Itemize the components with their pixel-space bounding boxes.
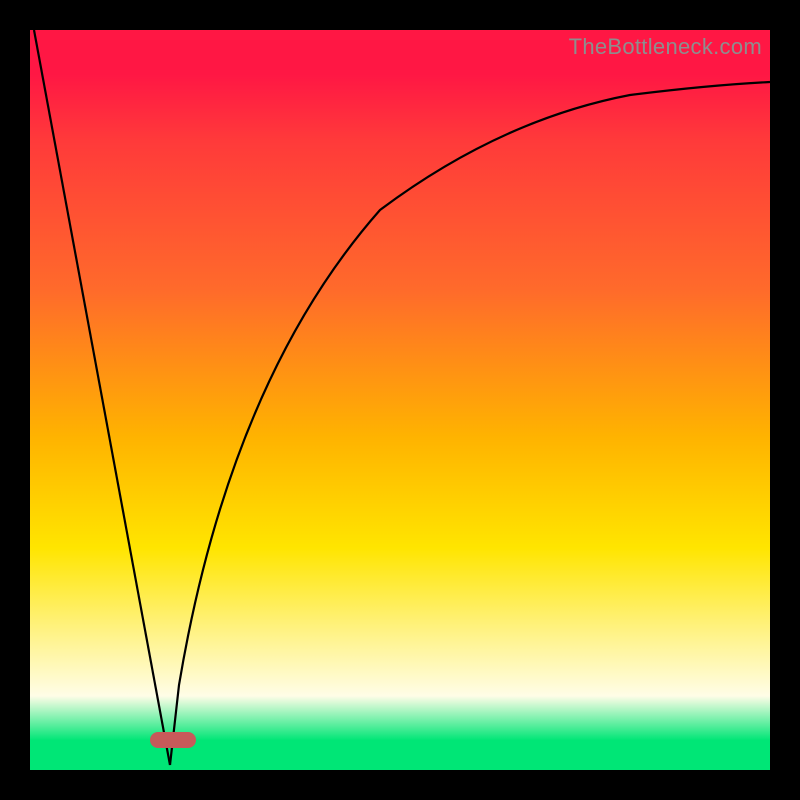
- right-asymptotic-curve: [170, 82, 770, 765]
- optimal-marker: [150, 732, 196, 748]
- left-line-segment: [34, 30, 170, 765]
- plot-area: TheBottleneck.com: [30, 30, 770, 770]
- chart-curves: [30, 30, 770, 770]
- chart-frame: TheBottleneck.com: [0, 0, 800, 800]
